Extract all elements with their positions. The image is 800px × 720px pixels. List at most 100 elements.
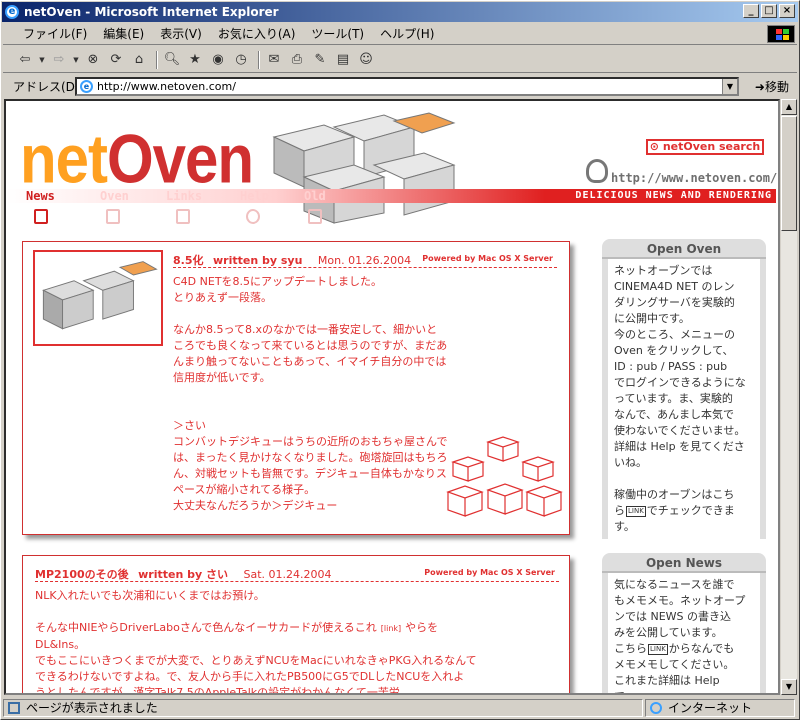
nav-news[interactable]: News <box>26 189 55 203</box>
sidebar-open-oven: Open Oven ネットオーブンでは CINEMA4D NET のレン ダリン… <box>602 239 766 539</box>
post-line: そんな中NIEやらDriverLaboさんで色んなイーサカードが使えるこれ [li… <box>35 620 477 637</box>
favorites-icon[interactable]: ★ <box>185 51 205 69</box>
inline-link[interactable]: [link] <box>381 624 401 633</box>
post-line: DL&Ins。 <box>35 638 86 651</box>
print-icon[interactable]: ⎙ <box>287 51 307 69</box>
nav-links[interactable]: Links <box>166 189 202 203</box>
site-search-label: netOven search <box>662 140 761 153</box>
post-line: ペースが縮小されてる様子。 <box>173 483 316 496</box>
title-bar[interactable]: e netOven - Microsoft Internet Explorer … <box>2 2 798 22</box>
page-status-icon <box>8 702 20 714</box>
messenger-icon[interactable]: ☺ <box>356 51 376 69</box>
stop-icon[interactable]: ⊗ <box>83 51 103 69</box>
menu-edit[interactable]: 編集(E) <box>95 25 152 42</box>
post-thumbnail-image <box>33 250 163 346</box>
sidebar-line: でログインできるようにな <box>614 376 746 389</box>
post-line: ん、対戦セットも皆無です。デジキュー自体もかなりス <box>173 467 447 480</box>
history-icon[interactable]: ◷ <box>231 51 251 69</box>
page-content: netOven ⊙ netOven search http://www.neto… <box>4 99 780 695</box>
forward-icon[interactable]: ⇨ <box>49 51 69 69</box>
browser-window: e netOven - Microsoft Internet Explorer … <box>0 0 800 720</box>
search-icon[interactable]: 🔍︎ <box>162 51 182 69</box>
sidebar-title: Open Oven <box>602 239 766 259</box>
maximize-button[interactable]: □ <box>761 4 777 18</box>
globe-icon <box>650 702 662 714</box>
sidebar-text: ら <box>614 504 625 517</box>
news-icon[interactable] <box>34 209 48 224</box>
menu-file[interactable]: ファイル(F) <box>15 25 95 42</box>
forward-dropdown-icon[interactable]: ▼ <box>72 51 80 69</box>
menu-view[interactable]: 表示(V) <box>152 25 210 42</box>
discuss-icon[interactable]: ▤ <box>333 51 353 69</box>
menu-help[interactable]: ヘルプ(H) <box>372 25 442 42</box>
site-url: http://www.netoven.com/ <box>611 171 778 185</box>
sidebar-line: みを公開しています。 <box>614 626 723 639</box>
post-title[interactable]: MP2100のその後 <box>35 568 129 581</box>
back-icon[interactable]: ⇦ <box>15 51 35 69</box>
link-button[interactable]: LINK <box>626 505 646 517</box>
sidebar-line: こちら LINK からなんでも <box>614 641 754 657</box>
menu-tools[interactable]: ツール(T) <box>303 25 372 42</box>
logo-net: net <box>20 120 108 198</box>
nav-help[interactable]: Help <box>240 189 269 203</box>
menu-bar: ファイル(F) 編集(E) 表示(V) お気に入り(A) ツール(T) ヘルプ(… <box>3 23 797 45</box>
mail-icon[interactable]: ✉ <box>264 51 284 69</box>
post-line-text: そんな中NIEやらDriverLaboさんで色んなイーサカードが使えるこれ <box>35 621 377 634</box>
link-button[interactable]: LINK <box>648 643 668 655</box>
old-icon[interactable] <box>308 209 322 224</box>
post-line: とりあえず一段落。 <box>173 291 272 304</box>
minimize-button[interactable]: _ <box>743 4 759 18</box>
address-label: アドレス(D) <box>13 79 80 94</box>
close-button[interactable]: × <box>779 4 795 18</box>
post-line <box>35 604 477 620</box>
sidebar-line: もメモメモ。ネットオープ <box>614 594 746 607</box>
refresh-icon[interactable]: ⟳ <box>106 51 126 69</box>
nav-oven[interactable]: Oven <box>100 189 129 203</box>
post-line: んまり触ってないこともあって、イマイチ自分の中では <box>173 355 447 368</box>
sidebar-line: ら LINK でチェックできま <box>614 503 754 519</box>
address-input[interactable]: e http://www.netoven.com/ ▼ <box>75 77 739 96</box>
sidebar-line: 使わないでくださいませ。 <box>614 424 746 437</box>
status-zone: インターネット <box>668 701 753 715</box>
sidebar-line <box>614 471 754 487</box>
post-line: は、まったく見かけなくなりました。砲塔旋回はもちろ <box>173 451 448 464</box>
post-line <box>173 386 448 402</box>
toolbar: ⇦ ▼ ⇨ ▼ ⊗ ⟳ ⌂ 🔍︎ ★ ◉ ◷ ✉ ⎙ ✎ ▤ ☺ <box>3 47 797 73</box>
home-icon[interactable]: ⌂ <box>129 51 149 69</box>
site-search-button[interactable]: ⊙ netOven search <box>646 139 764 155</box>
menu-favorites[interactable]: お気に入り(A) <box>210 25 304 42</box>
post-line: うとしたんですが、漢字Talk7.5のAppleTalkの設定がわかんなくて一苦… <box>35 686 411 695</box>
sidebar-line: ID : pub / PASS : pub <box>614 360 728 373</box>
go-label: 移動 <box>764 80 789 94</box>
scroll-up-icon[interactable]: ▲ <box>781 99 797 115</box>
post-date: Sat. 01.24.2004 <box>243 568 332 581</box>
sidebar-title: Open News <box>602 553 766 573</box>
edit-icon[interactable]: ✎ <box>310 51 330 69</box>
scroll-down-icon[interactable]: ▼ <box>781 679 797 695</box>
sidebar-line: これまた詳細は Help <box>614 674 720 687</box>
post-line-text: やらを <box>405 621 439 634</box>
media-icon[interactable]: ◉ <box>208 51 228 69</box>
post-title[interactable]: 8.5化 <box>173 254 204 267</box>
scroll-thumb[interactable] <box>781 116 797 231</box>
back-dropdown-icon[interactable]: ▼ <box>38 51 46 69</box>
site-logo[interactable]: netOven <box>20 124 254 194</box>
logo-oven: Oven <box>107 120 254 198</box>
sidebar-body: 気になるニュースを誰で もメモメモ。ネットオープ ンでは NEWS の書き込 み… <box>608 573 760 693</box>
post-author: written by さい <box>138 568 228 581</box>
help-icon[interactable] <box>246 209 260 224</box>
status-text: ページが表示されました <box>26 701 158 715</box>
servers-illustration <box>272 112 456 224</box>
post-2: MP2100のその後 written by さい Sat. 01.24.2004… <box>22 555 570 695</box>
oven-mascot-icon <box>586 159 608 183</box>
links-icon[interactable] <box>176 209 190 224</box>
address-dropdown-icon[interactable]: ▼ <box>722 79 737 94</box>
nav-old[interactable]: Old <box>304 189 326 203</box>
vertical-scrollbar[interactable]: ▲ ▼ <box>780 99 797 695</box>
post-line: なんか8.5って8.xのなかでは一番安定して、細かいと <box>173 323 438 336</box>
sidebar-line: 稼働中のオーブンはこち <box>614 488 735 501</box>
oven-icon[interactable] <box>106 209 120 224</box>
go-button[interactable]: ➜移動 <box>755 78 789 95</box>
post-line: 大丈夫なんだろうか＞デジキュー <box>173 499 338 512</box>
post-author: written by syu <box>213 254 303 267</box>
